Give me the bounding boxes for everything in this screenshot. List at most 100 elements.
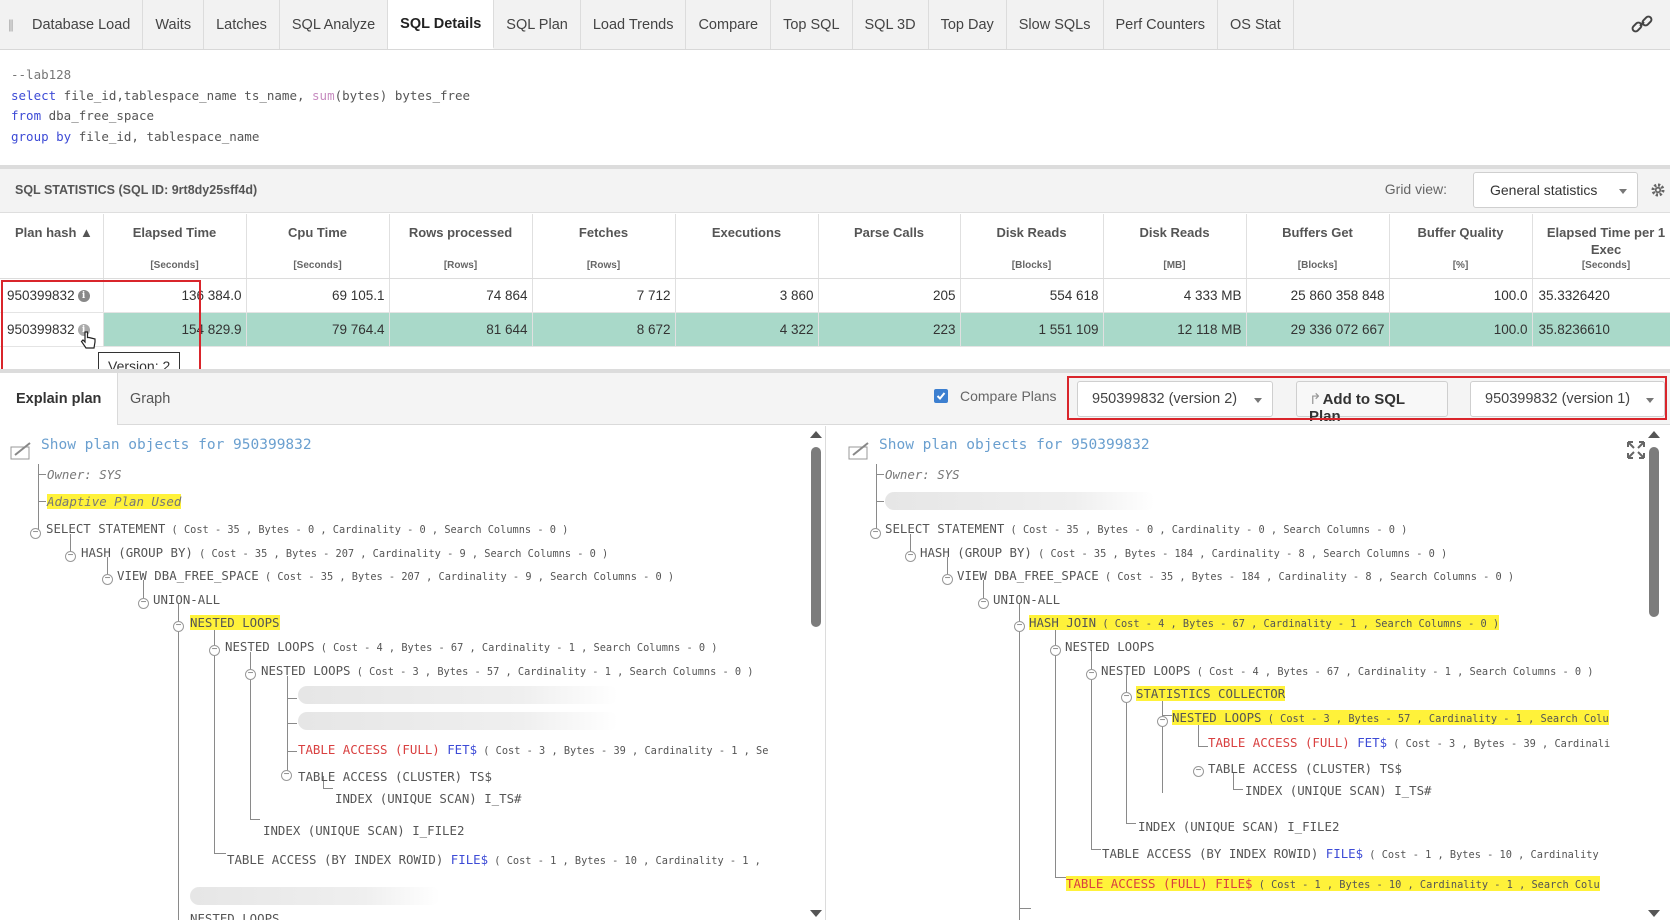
plan-node[interactable]: TABLE ACCESS (BY INDEX ROWID) FILE$ ( Co… — [1102, 846, 1599, 861]
collapse-icon[interactable]: − — [1193, 766, 1204, 777]
collapse-icon[interactable]: − — [102, 574, 113, 585]
tab-sql-analyze[interactable]: SQL Analyze — [280, 0, 389, 49]
plan-node[interactable]: NESTED LOOPS ( Cost - 4 , Bytes - 67 , C… — [1101, 663, 1593, 678]
plan-node[interactable]: TABLE ACCESS (BY INDEX ROWID) FILE$ ( Co… — [227, 852, 761, 867]
vertical-scrollbar[interactable] — [1649, 447, 1659, 617]
plan-node-highlighted[interactable]: NESTED LOOPS — [190, 615, 280, 630]
left-explain-plan-pane[interactable]: Show plan objects for 950399832 − − − − … — [0, 426, 825, 920]
collapse-icon[interactable]: − — [978, 598, 989, 609]
scroll-down-arrow-icon[interactable] — [1648, 910, 1660, 917]
column-header-cpu-time[interactable]: Cpu Time [Seconds] — [246, 214, 390, 279]
column-header-executions[interactable]: Executions — [675, 214, 819, 279]
plan-node[interactable]: INDEX (UNIQUE SCAN) I_TS# — [335, 791, 522, 806]
plan-node[interactable]: HASH (GROUP BY) ( Cost - 35 , Bytes - 20… — [81, 545, 608, 560]
scroll-up-arrow-icon[interactable] — [810, 431, 822, 438]
collapse-icon[interactable]: − — [138, 598, 149, 609]
plan-objects-icon[interactable] — [10, 441, 34, 461]
column-header-disk-reads-blocks[interactable]: Disk Reads [Blocks] — [960, 214, 1104, 279]
tab-top-day[interactable]: Top Day — [929, 0, 1007, 49]
tab-sql-details[interactable]: SQL Details — [388, 0, 495, 49]
right-explain-plan-pane[interactable]: Show plan objects for 950399832 − − − − … — [826, 426, 1670, 920]
cell-cpu-time: 79 764.4 — [246, 312, 390, 347]
table-row[interactable]: 950399832 i 136 384.0 69 105.1 74 864 7 7… — [0, 278, 1670, 313]
plan-node[interactable]: SELECT STATEMENT ( Cost - 35 , Bytes - 0… — [885, 521, 1407, 536]
collapse-icon[interactable]: − — [173, 621, 184, 632]
scroll-up-arrow-icon[interactable] — [1648, 431, 1660, 438]
tab-os-stat[interactable]: OS Stat — [1218, 0, 1294, 49]
plan-node[interactable]: VIEW DBA_FREE_SPACE ( Cost - 35 , Bytes … — [117, 568, 674, 583]
show-plan-objects-link[interactable]: Show plan objects for 950399832 — [41, 437, 312, 453]
tab-waits[interactable]: Waits — [143, 0, 205, 49]
sql-statistics-table: Plan hash ▲ Elapsed Time [Seconds] Cpu Ti… — [0, 214, 1670, 347]
plan-node[interactable]: UNION-ALL — [153, 592, 220, 607]
plan-node[interactable]: UNION-ALL — [993, 592, 1060, 607]
plan-node[interactable]: TABLE ACCESS (CLUSTER) TS$ — [298, 769, 492, 784]
plan-node[interactable]: NESTED LOOPS ( Cost - 3 , Bytes - 57 , C… — [261, 663, 753, 678]
expand-icon[interactable] — [1627, 441, 1645, 459]
plan-node[interactable]: NESTED LOOPS ( Cost - 4 , Bytes - 67 , C… — [225, 639, 717, 654]
plan-node[interactable]: INDEX (UNIQUE SCAN) I_TS# — [1245, 783, 1432, 798]
plan-node-highlighted[interactable]: TABLE ACCESS (FULL) FILE$ ( Cost - 1 , B… — [1066, 876, 1600, 891]
collapse-icon[interactable]: − — [942, 574, 953, 585]
column-header-buffer-quality[interactable]: Buffer Quality [%] — [1389, 214, 1533, 279]
collapse-icon[interactable]: − — [870, 528, 881, 539]
tab-perf-counters[interactable]: Perf Counters — [1104, 0, 1218, 49]
table-row-selected[interactable]: 950399832 i 154 829.9 79 764.4 81 644 8 6… — [0, 312, 1670, 347]
tab-slow-sqls[interactable]: Slow SQLs — [1007, 0, 1104, 49]
plan-objects-icon[interactable] — [848, 441, 872, 461]
tab-compare[interactable]: Compare — [686, 0, 772, 49]
tab-load-trends[interactable]: Load Trends — [581, 0, 687, 49]
link-icon[interactable] — [1630, 13, 1654, 35]
gear-icon[interactable] — [1650, 182, 1666, 198]
grid-view-select[interactable]: General statistics — [1473, 172, 1638, 208]
tab-explain-plan[interactable]: Explain plan — [0, 373, 119, 425]
collapse-icon[interactable]: − — [1157, 716, 1168, 727]
plan-node[interactable]: NESTED LOOPS — [190, 911, 280, 920]
tab-top-sql[interactable]: Top SQL — [771, 0, 853, 49]
column-header-elapsed-per-exec[interactable]: Elapsed Time per 1 Exec [Seconds] — [1532, 214, 1670, 279]
collapse-icon[interactable]: − — [1121, 692, 1132, 703]
compare-plans-checkbox[interactable] — [934, 389, 948, 403]
collapse-icon[interactable]: − — [1086, 669, 1097, 680]
plan-node-highlighted[interactable]: NESTED LOOPS ( Cost - 3 , Bytes - 57 , C… — [1172, 710, 1609, 725]
plan-node[interactable]: INDEX (UNIQUE SCAN) I_FILE2 — [263, 823, 464, 838]
column-header-rows-processed[interactable]: Rows processed [Rows] — [389, 214, 533, 279]
plan-node[interactable]: NESTED LOOPS — [1065, 639, 1155, 654]
sql-keyword-from: from — [11, 108, 42, 123]
plan-node[interactable]: VIEW DBA_FREE_SPACE ( Cost - 35 , Bytes … — [957, 568, 1514, 583]
tab-sql-plan[interactable]: SQL Plan — [494, 0, 581, 49]
plan-node[interactable]: TABLE ACCESS (FULL) FET$ ( Cost - 3 , By… — [1208, 735, 1610, 750]
collapse-icon[interactable]: − — [905, 551, 916, 562]
plan-node[interactable]: HASH (GROUP BY) ( Cost - 35 , Bytes - 18… — [920, 545, 1447, 560]
column-header-parse-calls[interactable]: Parse Calls — [818, 214, 961, 279]
column-header-disk-reads-mb[interactable]: Disk Reads [MB] — [1103, 214, 1247, 279]
plan-node-highlighted[interactable]: HASH JOIN ( Cost - 4 , Bytes - 67 , Card… — [1029, 615, 1500, 630]
plan-node[interactable]: INDEX (UNIQUE SCAN) I_FILE2 — [1138, 819, 1339, 834]
sql-text-panel[interactable]: --lab128 select file_id,tablespace_name … — [0, 51, 1670, 165]
compare-plans-toggle[interactable]: Compare Plans — [934, 388, 1057, 404]
tab-sql-3d[interactable]: SQL 3D — [853, 0, 929, 49]
column-header-fetches[interactable]: Fetches [Rows] — [532, 214, 676, 279]
plan-node[interactable]: SELECT STATEMENT ( Cost - 35 , Bytes - 0… — [46, 521, 568, 536]
collapse-icon[interactable]: − — [1050, 645, 1061, 656]
tab-database-load[interactable]: Database Load — [20, 0, 144, 49]
drag-grip-icon[interactable]: ||| — [0, 0, 20, 49]
plan-node[interactable]: TABLE ACCESS (FULL) FET$ ( Cost - 3 , By… — [298, 742, 768, 757]
tab-latches[interactable]: Latches — [204, 0, 280, 49]
vertical-scrollbar[interactable] — [811, 447, 821, 627]
checkmark-icon — [936, 392, 946, 400]
collapse-icon[interactable]: − — [245, 669, 256, 680]
tab-graph[interactable]: Graph — [114, 373, 186, 425]
collapse-icon[interactable]: − — [65, 551, 76, 562]
plan-node-highlighted[interactable]: STATISTICS COLLECTOR — [1136, 686, 1286, 701]
collapse-icon[interactable]: − — [281, 770, 292, 781]
scroll-down-arrow-icon[interactable] — [810, 910, 822, 917]
column-header-plan-hash[interactable]: Plan hash ▲ — [0, 214, 104, 279]
collapse-icon[interactable]: − — [1014, 621, 1025, 632]
column-header-elapsed-time[interactable]: Elapsed Time [Seconds] — [103, 214, 247, 279]
show-plan-objects-link[interactable]: Show plan objects for 950399832 — [879, 437, 1150, 453]
column-header-buffers-get[interactable]: Buffers Get [Blocks] — [1246, 214, 1390, 279]
collapse-icon[interactable]: − — [209, 645, 220, 656]
collapse-icon[interactable]: − — [30, 528, 41, 539]
plan-node[interactable]: TABLE ACCESS (CLUSTER) TS$ — [1208, 761, 1402, 776]
